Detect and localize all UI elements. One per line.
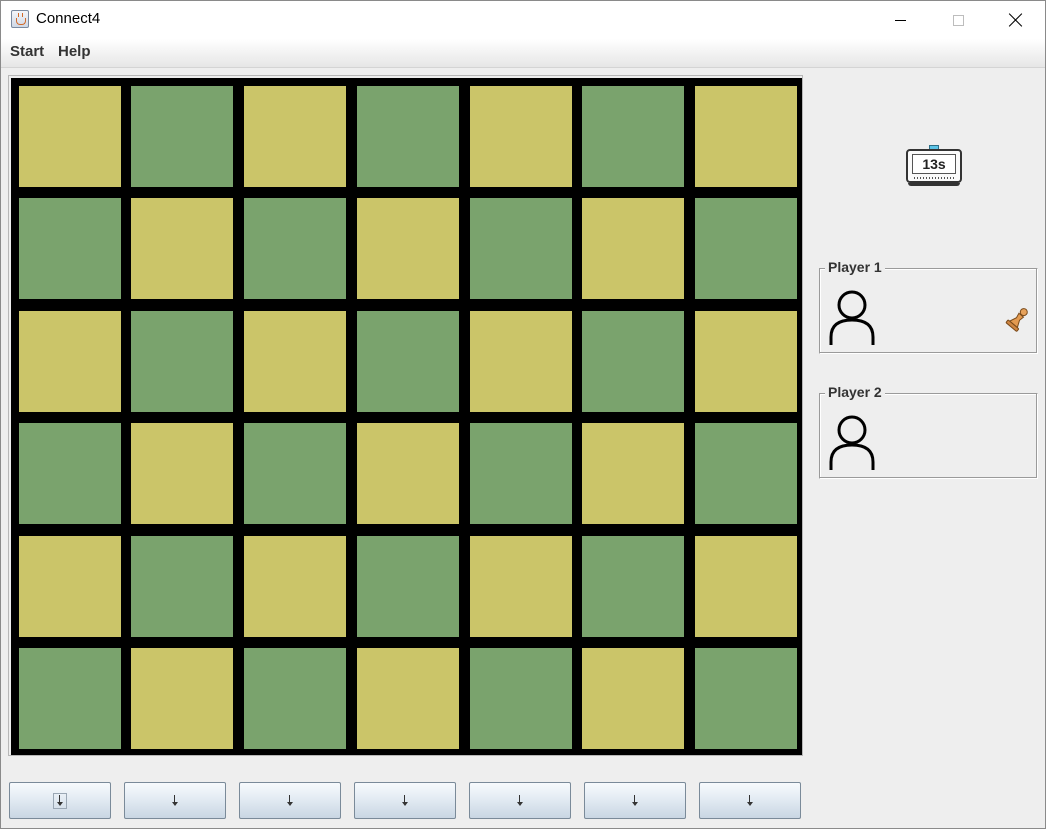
timer-value: 13s bbox=[912, 154, 956, 174]
board-frame bbox=[8, 75, 803, 756]
board-cell[interactable] bbox=[470, 311, 572, 412]
board-cell[interactable] bbox=[357, 198, 459, 299]
board-cell[interactable] bbox=[244, 423, 346, 524]
close-button[interactable] bbox=[987, 1, 1045, 39]
chess-pawn-icon bbox=[1005, 308, 1028, 332]
board-cell[interactable] bbox=[582, 423, 684, 524]
board-cell[interactable] bbox=[695, 198, 797, 299]
app-window: Connect4 Start Help 13s Player 1 Player … bbox=[0, 0, 1046, 829]
down-arrow-icon bbox=[172, 794, 178, 807]
board-cell[interactable] bbox=[582, 86, 684, 187]
board-cell[interactable] bbox=[357, 648, 459, 749]
board-cell[interactable] bbox=[19, 86, 121, 187]
player-2-panel: Player 2 bbox=[819, 384, 1038, 479]
game-board[interactable] bbox=[11, 78, 802, 755]
board-cell[interactable] bbox=[582, 536, 684, 637]
down-arrow-icon bbox=[57, 794, 63, 807]
board-cell[interactable] bbox=[695, 311, 797, 412]
down-arrow-icon bbox=[517, 794, 523, 807]
down-arrow-icon bbox=[632, 794, 638, 807]
board-cell[interactable] bbox=[244, 648, 346, 749]
maximize-button[interactable] bbox=[929, 1, 987, 39]
board-cell[interactable] bbox=[131, 86, 233, 187]
board-cell[interactable] bbox=[695, 86, 797, 187]
board-cell[interactable] bbox=[357, 536, 459, 637]
board-cell[interactable] bbox=[582, 648, 684, 749]
minimize-icon bbox=[894, 19, 906, 21]
player-2-label: Player 2 bbox=[825, 384, 885, 400]
down-arrow-icon bbox=[402, 794, 408, 807]
board-cell[interactable] bbox=[695, 536, 797, 637]
board-cell[interactable] bbox=[470, 648, 572, 749]
board-cell[interactable] bbox=[244, 198, 346, 299]
timer-base bbox=[908, 183, 960, 186]
menu-bar: Start Help bbox=[1, 39, 1045, 68]
board-cell[interactable] bbox=[19, 423, 121, 524]
board-cell[interactable] bbox=[19, 648, 121, 749]
board-cell[interactable] bbox=[695, 423, 797, 524]
board-cell[interactable] bbox=[470, 86, 572, 187]
drop-column-button[interactable] bbox=[699, 782, 801, 819]
board-cell[interactable] bbox=[131, 198, 233, 299]
person-icon bbox=[829, 415, 875, 470]
board-cell[interactable] bbox=[244, 86, 346, 187]
board-cell[interactable] bbox=[19, 198, 121, 299]
board-cell[interactable] bbox=[19, 311, 121, 412]
board-cell[interactable] bbox=[582, 198, 684, 299]
drop-column-button[interactable] bbox=[469, 782, 571, 819]
board-cell[interactable] bbox=[470, 423, 572, 524]
maximize-icon bbox=[952, 14, 964, 26]
person-icon bbox=[829, 290, 875, 345]
drop-column-button[interactable] bbox=[239, 782, 341, 819]
menu-start[interactable]: Start bbox=[10, 43, 44, 60]
board-cell[interactable] bbox=[470, 536, 572, 637]
menu-help[interactable]: Help bbox=[58, 43, 91, 60]
close-icon bbox=[1009, 13, 1023, 27]
timer-icon: 13s bbox=[906, 149, 962, 183]
board-cell[interactable] bbox=[357, 86, 459, 187]
down-arrow-icon bbox=[287, 794, 293, 807]
drop-column-button[interactable] bbox=[584, 782, 686, 819]
drop-column-button[interactable] bbox=[9, 782, 111, 819]
board-cell[interactable] bbox=[357, 423, 459, 524]
board-cell[interactable] bbox=[695, 648, 797, 749]
drop-column-button[interactable] bbox=[354, 782, 456, 819]
drop-column-button[interactable] bbox=[124, 782, 226, 819]
title-bar[interactable]: Connect4 bbox=[1, 1, 1045, 39]
board-cell[interactable] bbox=[582, 311, 684, 412]
down-arrow-icon bbox=[747, 794, 753, 807]
player-1-label: Player 1 bbox=[825, 259, 885, 275]
minimize-button[interactable] bbox=[871, 1, 929, 39]
timer-dots bbox=[914, 177, 954, 179]
board-cell[interactable] bbox=[131, 311, 233, 412]
board-cell[interactable] bbox=[131, 536, 233, 637]
player-1-panel: Player 1 bbox=[819, 259, 1038, 354]
board-cell[interactable] bbox=[470, 198, 572, 299]
board-cell[interactable] bbox=[19, 536, 121, 637]
board-cell[interactable] bbox=[131, 423, 233, 524]
board-cell[interactable] bbox=[131, 648, 233, 749]
board-cell[interactable] bbox=[357, 311, 459, 412]
board-cell[interactable] bbox=[244, 311, 346, 412]
java-app-icon bbox=[11, 10, 29, 28]
window-title: Connect4 bbox=[36, 10, 101, 27]
board-cell[interactable] bbox=[244, 536, 346, 637]
timer: 13s bbox=[905, 145, 963, 187]
